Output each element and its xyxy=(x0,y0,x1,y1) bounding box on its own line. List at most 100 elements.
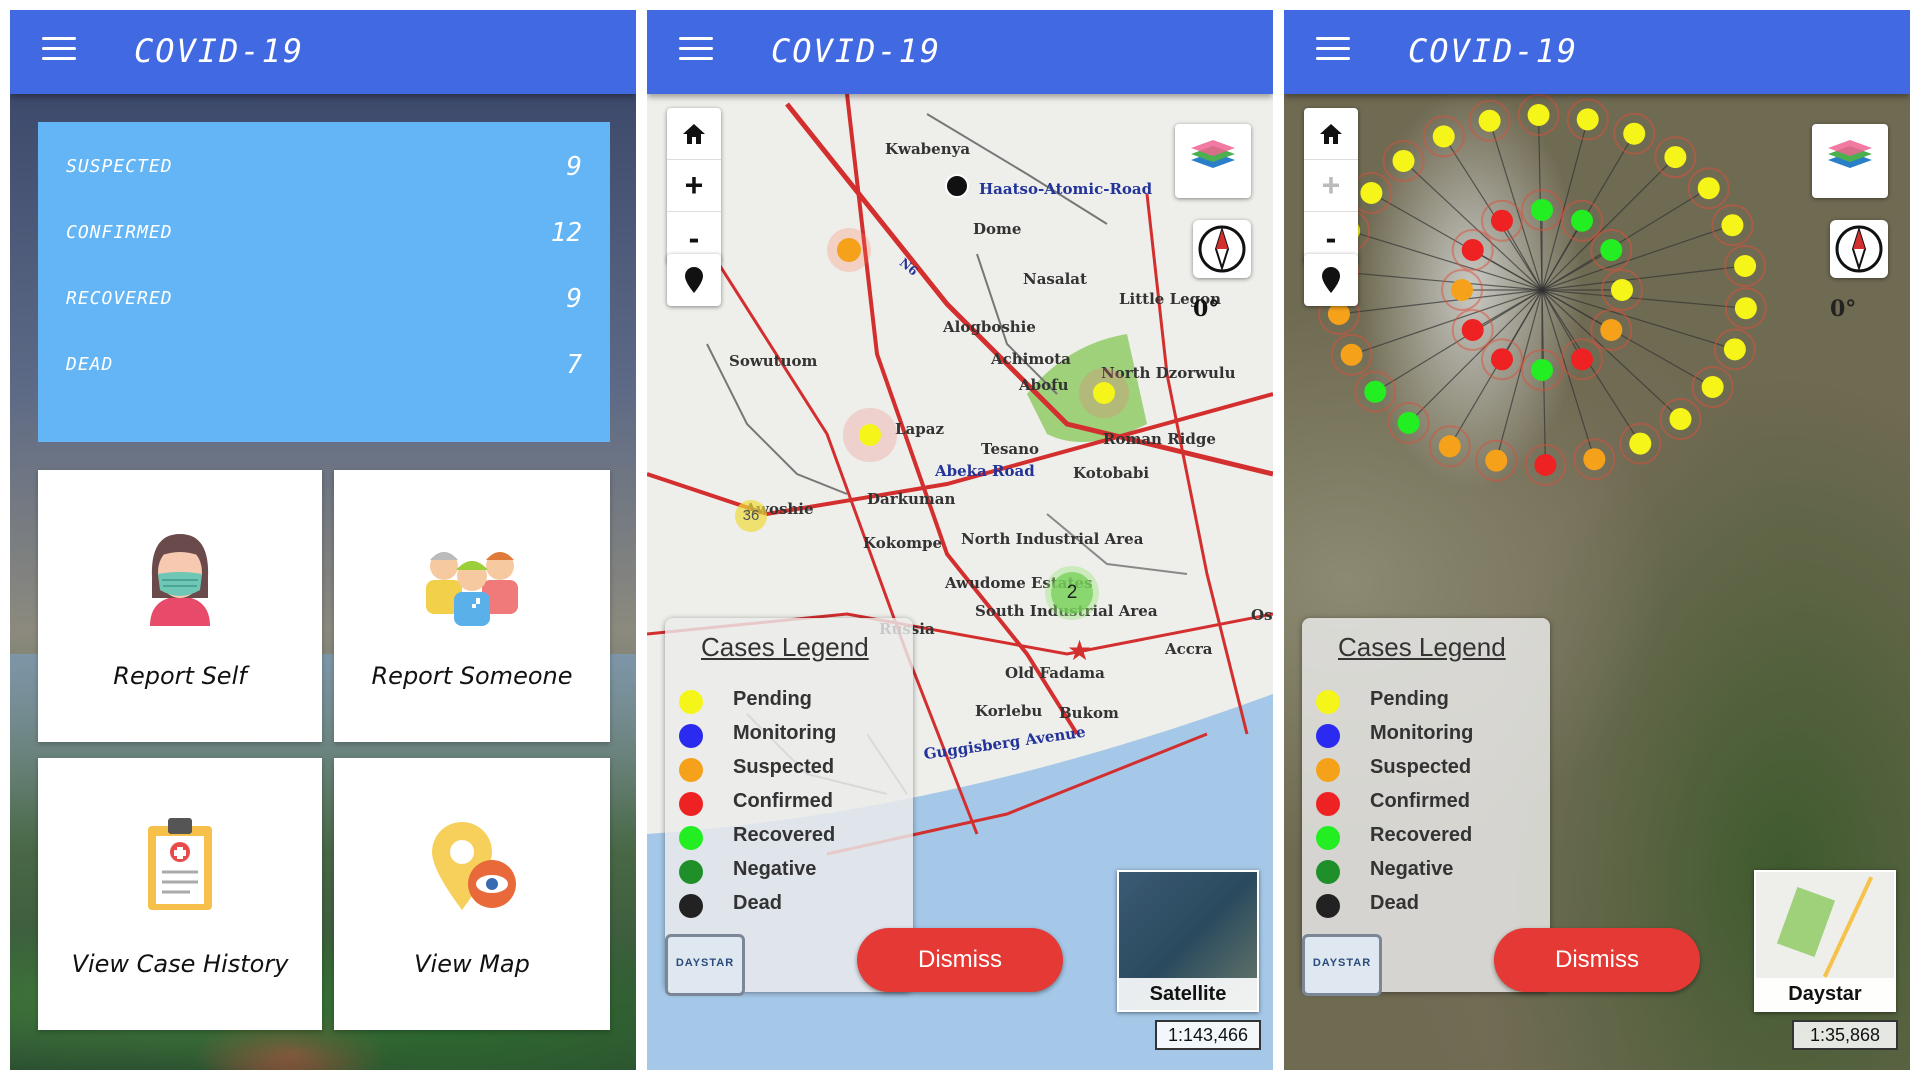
compass-button[interactable] xyxy=(1193,220,1251,278)
compass-button[interactable] xyxy=(1830,220,1888,278)
case-marker-pending[interactable] xyxy=(1701,375,1724,398)
case-marker-pending[interactable] xyxy=(1734,255,1757,278)
case-cluster[interactable]: 36 xyxy=(735,500,767,532)
case-marker-confirmed[interactable] xyxy=(1491,209,1513,232)
case-marker-pending[interactable] xyxy=(1734,297,1757,320)
zoom-in-button[interactable]: + xyxy=(1304,160,1358,212)
case-marker-pending[interactable] xyxy=(1576,108,1599,131)
home-button[interactable] xyxy=(667,108,721,160)
tile-label: View Case History xyxy=(71,950,289,978)
legend-dot xyxy=(679,860,703,884)
view-case-history-button[interactable]: View Case History xyxy=(38,758,322,1030)
case-cluster[interactable]: 2 xyxy=(1051,572,1093,614)
case-marker-pending[interactable] xyxy=(1669,408,1692,431)
place-label: Bukom xyxy=(1059,704,1119,722)
legend-item-dead: Dead xyxy=(679,888,909,924)
case-marker-confirmed[interactable] xyxy=(1461,319,1484,341)
legend-item-confirmed: Confirmed xyxy=(679,786,909,822)
layers-icon xyxy=(1191,140,1235,168)
legend-dot xyxy=(679,792,703,816)
case-marker-suspected[interactable] xyxy=(1327,302,1350,325)
case-marker-pending[interactable] xyxy=(1527,104,1550,127)
report-self-button[interactable]: Report Self xyxy=(38,470,322,742)
case-marker-suspected[interactable] xyxy=(1583,448,1606,471)
place-label: Dome xyxy=(973,220,1022,238)
star-icon: ★ xyxy=(1067,635,1093,666)
spider-leg xyxy=(1541,289,1641,444)
legend-dot xyxy=(679,690,703,714)
case-marker-recovered[interactable] xyxy=(1397,411,1420,434)
legend-title: Cases Legend xyxy=(701,632,869,662)
street-map-screen: COVID-19 Kwabenya Haatso-Atomic-Road Dom… xyxy=(647,10,1273,1070)
layers-button[interactable] xyxy=(1812,124,1888,198)
logo-text: DAYSTAR xyxy=(1312,957,1372,969)
case-marker-pending[interactable] xyxy=(1093,382,1115,404)
case-marker-recovered[interactable] xyxy=(1531,359,1553,381)
case-marker-pending[interactable] xyxy=(1664,146,1687,169)
view-map-button[interactable]: View Map xyxy=(334,758,610,1030)
spider-leg xyxy=(1351,289,1543,356)
home-button[interactable] xyxy=(1304,108,1358,160)
case-marker-recovered[interactable] xyxy=(1571,209,1593,232)
spider-leg xyxy=(1338,289,1543,315)
dismiss-button[interactable]: Dismiss xyxy=(1494,928,1700,992)
case-marker-recovered[interactable] xyxy=(1531,199,1553,221)
legend-dot xyxy=(679,724,703,748)
legend-label: Suspected xyxy=(733,756,835,778)
stat-row-suspected: SUSPECTED 9 xyxy=(66,150,582,190)
legend-label: Monitoring xyxy=(733,722,837,744)
case-marker-suspected[interactable] xyxy=(1485,449,1508,472)
map-pin-eye-icon xyxy=(432,822,516,910)
case-marker-confirmed[interactable] xyxy=(1491,348,1513,371)
case-marker-pending[interactable] xyxy=(1629,432,1652,455)
case-marker-pending[interactable] xyxy=(859,424,881,446)
case-marker-pending[interactable] xyxy=(1432,125,1455,148)
case-marker-pending[interactable] xyxy=(1721,214,1744,237)
case-marker-dead[interactable] xyxy=(945,174,969,198)
place-label: Roman Ridge xyxy=(1103,430,1216,448)
case-marker-suspected[interactable] xyxy=(1340,343,1363,366)
stat-label: DEAD xyxy=(66,354,114,375)
legend-item-monitoring: Monitoring xyxy=(1316,718,1546,754)
tile-label: View Map xyxy=(414,950,530,978)
zoom-in-button[interactable]: + xyxy=(667,160,721,212)
report-someone-button[interactable]: Report Someone xyxy=(334,470,610,742)
stat-value: 12 xyxy=(550,218,582,248)
locate-button[interactable] xyxy=(1304,254,1358,306)
place-label: Osu xyxy=(1251,606,1273,624)
case-marker-confirmed[interactable] xyxy=(1461,239,1484,261)
basemap-toggle-daystar[interactable]: Daystar xyxy=(1754,870,1896,1012)
case-marker-pending[interactable] xyxy=(1392,149,1415,172)
case-marker-suspected[interactable] xyxy=(1451,279,1473,301)
case-marker-pending[interactable] xyxy=(1360,182,1383,205)
case-marker-suspected[interactable] xyxy=(1600,319,1623,341)
case-marker-suspected[interactable] xyxy=(837,238,861,262)
menu-icon[interactable] xyxy=(679,34,713,64)
case-stats-card: SUSPECTED 9 CONFIRMED 12 RECOVERED 9 DEA… xyxy=(38,122,610,442)
place-label: Nasalat xyxy=(1023,270,1087,288)
case-marker-recovered[interactable] xyxy=(1600,239,1623,261)
legend-label: Dead xyxy=(1370,892,1419,914)
case-marker-suspected[interactable] xyxy=(1438,435,1461,458)
home-icon xyxy=(1320,123,1342,144)
case-marker-confirmed[interactable] xyxy=(1534,453,1557,476)
case-marker-pending[interactable] xyxy=(1723,338,1746,361)
app-title: COVID-19 xyxy=(1408,32,1579,70)
legend-label: Recovered xyxy=(1370,824,1473,846)
stat-value: 9 xyxy=(566,284,582,314)
case-marker-pending[interactable] xyxy=(1478,109,1501,132)
legend-dot xyxy=(679,894,703,918)
layers-button[interactable] xyxy=(1175,124,1251,198)
case-marker-confirmed[interactable] xyxy=(1571,348,1593,371)
menu-icon[interactable] xyxy=(42,34,76,64)
case-marker-pending[interactable] xyxy=(1623,122,1646,145)
legend-item-recovered: Recovered xyxy=(679,820,909,856)
place-label: Abeka Road xyxy=(935,462,1035,480)
case-marker-pending[interactable] xyxy=(1611,279,1633,301)
case-marker-pending[interactable] xyxy=(1697,177,1720,200)
locate-button[interactable] xyxy=(667,254,721,306)
menu-icon[interactable] xyxy=(1316,34,1350,64)
case-marker-recovered[interactable] xyxy=(1364,380,1387,403)
dismiss-button[interactable]: Dismiss xyxy=(857,928,1063,992)
basemap-toggle-satellite[interactable]: Satellite xyxy=(1117,870,1259,1012)
